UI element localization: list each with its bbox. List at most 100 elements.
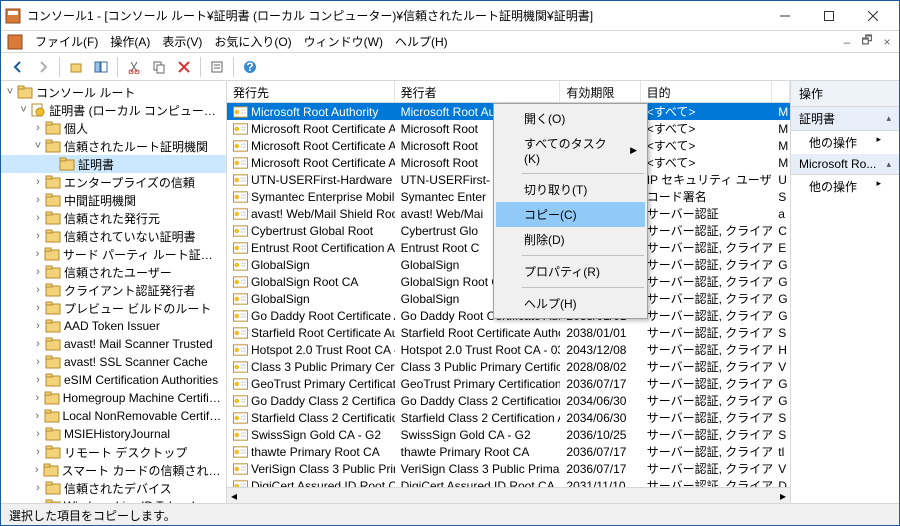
col-purpose[interactable]: 目的: [641, 81, 773, 102]
cell-purpose: <すべて>: [641, 120, 773, 137]
close-button[interactable]: [851, 2, 895, 30]
twisty-icon[interactable]: ›: [31, 320, 45, 332]
mdi-close-icon[interactable]: ×: [879, 34, 895, 50]
twisty-icon[interactable]: ›: [31, 194, 45, 206]
tree-item[interactable]: ›スマート カードの信頼されたルート: [1, 461, 226, 479]
column-header[interactable]: 発行先 発行者 有効期限 目的: [227, 81, 790, 103]
scroll-left-icon[interactable]: ◂: [231, 489, 237, 503]
tree-item[interactable]: ›AAD Token Issuer: [1, 317, 226, 335]
tree-root[interactable]: ˅ コンソール ルート: [1, 83, 226, 101]
twisty-icon[interactable]: ›: [31, 482, 45, 494]
tree-item[interactable]: 証明書: [1, 155, 226, 173]
tree-item[interactable]: ˅信頼されたルート証明機関: [1, 137, 226, 155]
twisty-icon[interactable]: ›: [31, 356, 45, 368]
context-menu-item[interactable]: すべてのタスク(K)▶: [496, 131, 645, 170]
tree-item[interactable]: ›中間証明機関: [1, 191, 226, 209]
menu-item[interactable]: ヘルプ(H): [389, 33, 454, 51]
table-row[interactable]: VeriSign Class 3 Public Primary ...VeriS…: [227, 460, 790, 477]
tree-item[interactable]: ›信頼されたデバイス: [1, 479, 226, 497]
twisty-icon[interactable]: ›: [31, 122, 45, 134]
twisty-icon[interactable]: ›: [31, 248, 44, 260]
cut-button[interactable]: [123, 56, 145, 78]
tree-item[interactable]: ›個人: [1, 119, 226, 137]
twisty-icon[interactable]: ›: [31, 410, 44, 422]
context-menu-item[interactable]: 削除(D): [496, 227, 645, 252]
context-menu-item[interactable]: プロパティ(R): [496, 259, 645, 284]
tree-item[interactable]: ›信頼されたユーザー: [1, 263, 226, 281]
tree-item[interactable]: ›Local NonRemovable Certificates: [1, 407, 226, 425]
tree-item[interactable]: ›リモート デスクトップ: [1, 443, 226, 461]
twisty-icon[interactable]: ›: [31, 446, 45, 458]
tree-item[interactable]: ›サード パーティ ルート証明機関: [1, 245, 226, 263]
copy-button[interactable]: [148, 56, 170, 78]
mdi-minimize-icon[interactable]: –: [839, 34, 855, 50]
tree-item[interactable]: ›Homegroup Machine Certificates: [1, 389, 226, 407]
col-extra[interactable]: [772, 81, 790, 102]
actions-other-1[interactable]: 他の操作 ▸: [791, 131, 899, 154]
table-row[interactable]: thawte Primary Root CAthawte Primary Roo…: [227, 443, 790, 460]
table-row[interactable]: SwissSign Gold CA - G2SwissSign Gold CA …: [227, 426, 790, 443]
forward-button[interactable]: [32, 56, 54, 78]
up-button[interactable]: [65, 56, 87, 78]
back-button[interactable]: [7, 56, 29, 78]
tree-item[interactable]: ›eSIM Certification Authorities: [1, 371, 226, 389]
context-menu[interactable]: 開く(O)すべてのタスク(K)▶ 切り取り(T)コピー(C)削除(D) プロパティ(…: [493, 103, 648, 319]
properties-button[interactable]: [206, 56, 228, 78]
tree-item[interactable]: ›信頼された発行元: [1, 209, 226, 227]
delete-button[interactable]: [173, 56, 195, 78]
twisty-icon[interactable]: ˅: [31, 140, 45, 152]
twisty-icon[interactable]: ›: [31, 176, 45, 188]
col-expiry[interactable]: 有効期限: [560, 81, 640, 102]
twisty-icon[interactable]: ˅: [3, 86, 17, 98]
minimize-button[interactable]: [763, 2, 807, 30]
show-hide-button[interactable]: [90, 56, 112, 78]
mdi-restore-icon[interactable]: 🗗: [859, 34, 875, 50]
twisty-icon[interactable]: ›: [31, 284, 45, 296]
tree-item[interactable]: ›プレビュー ビルドのルート: [1, 299, 226, 317]
menu-item[interactable]: ウィンドウ(W): [298, 33, 389, 51]
col-issued-to[interactable]: 発行先: [227, 81, 395, 102]
twisty-icon[interactable]: ˅: [17, 104, 30, 116]
col-issued-by[interactable]: 発行者: [395, 81, 561, 102]
twisty-icon[interactable]: ›: [31, 212, 45, 224]
actions-section-selected[interactable]: Microsoft Ro...▴: [791, 154, 899, 175]
tree-cert-root[interactable]: ˅ 証明書 (ローカル コンピューター): [1, 101, 226, 119]
context-menu-item[interactable]: コピー(C): [496, 202, 645, 227]
tree-item[interactable]: ›エンタープライズの信頼: [1, 173, 226, 191]
twisty-icon[interactable]: ›: [31, 464, 43, 476]
twisty-icon[interactable]: ›: [31, 392, 44, 404]
menu-item[interactable]: お気に入り(O): [208, 33, 297, 51]
tree-item[interactable]: ›avast! Mail Scanner Trusted: [1, 335, 226, 353]
twisty-icon[interactable]: ›: [31, 230, 45, 242]
menu-item[interactable]: 表示(V): [156, 33, 208, 51]
table-row[interactable]: Hotspot 2.0 Trust Root CA - 03Hotspot 2.…: [227, 341, 790, 358]
menu-item[interactable]: ファイル(F): [29, 33, 104, 51]
collapse-icon[interactable]: ▴: [886, 113, 891, 124]
tree-item[interactable]: ›信頼されていない証明書: [1, 227, 226, 245]
tree-item[interactable]: ›avast! SSL Scanner Cache: [1, 353, 226, 371]
collapse-icon[interactable]: ▴: [886, 159, 891, 170]
menu-item[interactable]: 操作(A): [104, 33, 156, 51]
table-row[interactable]: Starfield Root Certificate Auth...Starfi…: [227, 324, 790, 341]
twisty-icon[interactable]: ›: [31, 266, 45, 278]
table-row[interactable]: Starfield Class 2 Certification A...Star…: [227, 409, 790, 426]
maximize-button[interactable]: [807, 2, 851, 30]
context-menu-item[interactable]: ヘルプ(H): [496, 291, 645, 316]
table-row[interactable]: Class 3 Public Primary Certificati...Cla…: [227, 358, 790, 375]
context-menu-item[interactable]: 開く(O): [496, 106, 645, 131]
twisty-icon[interactable]: ›: [31, 428, 45, 440]
table-row[interactable]: Go Daddy Class 2 Certification A...Go Da…: [227, 392, 790, 409]
table-row[interactable]: GeoTrust Primary Certification A...GeoTr…: [227, 375, 790, 392]
actions-section-cert[interactable]: 証明書▴: [791, 107, 899, 131]
tree-item[interactable]: ›MSIEHistoryJournal: [1, 425, 226, 443]
twisty-icon[interactable]: ›: [31, 302, 45, 314]
scroll-right-icon[interactable]: ▸: [780, 489, 786, 503]
context-menu-item[interactable]: 切り取り(T): [496, 177, 645, 202]
tree-panel[interactable]: ˅ コンソール ルート ˅ 証明書 (ローカル コンピューター) ›個人˅信頼さ…: [1, 81, 227, 503]
horizontal-scrollbar[interactable]: ◂ ▸: [227, 487, 790, 503]
twisty-icon[interactable]: ›: [31, 338, 45, 350]
help-button[interactable]: ?: [239, 56, 261, 78]
twisty-icon[interactable]: ›: [31, 374, 45, 386]
tree-item[interactable]: ›クライアント認証発行者: [1, 281, 226, 299]
actions-other-2[interactable]: 他の操作 ▸: [791, 175, 899, 198]
